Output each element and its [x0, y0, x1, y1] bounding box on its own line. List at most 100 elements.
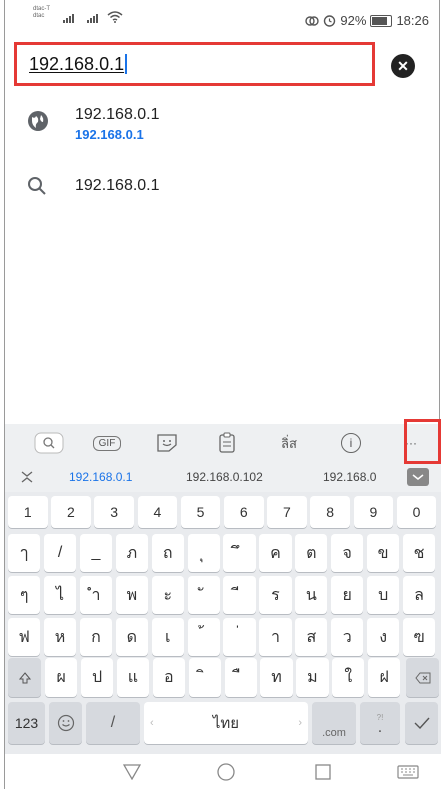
suggestion-item[interactable]: 192.168.0.1: [5, 162, 441, 218]
key[interactable]: จ: [331, 534, 364, 572]
key[interactable]: พ: [115, 576, 148, 614]
key[interactable]: ฝ: [368, 658, 401, 697]
key[interactable]: /: [43, 534, 77, 572]
key[interactable]: ะ: [151, 576, 184, 614]
key[interactable]: ป: [80, 658, 114, 697]
keyboard-toolbar: GIF ลิ่ส i ···: [5, 424, 441, 462]
key[interactable]: ้: [187, 618, 220, 656]
expand-predictions-button[interactable]: [407, 468, 429, 486]
dot-com-key[interactable]: .com: [312, 702, 356, 744]
keyboard-hide-icon[interactable]: [397, 765, 419, 779]
globe-icon: [28, 111, 48, 131]
key[interactable]: บ: [367, 576, 400, 614]
key[interactable]: ภ: [115, 534, 148, 572]
navigation-bar: [5, 754, 441, 789]
gif-icon[interactable]: GIF: [89, 432, 125, 454]
key[interactable]: ว: [331, 618, 364, 656]
key[interactable]: 4: [137, 496, 178, 528]
key[interactable]: ถ: [151, 534, 184, 572]
home-icon[interactable]: [217, 763, 235, 781]
emoji-key[interactable]: [49, 702, 82, 744]
key[interactable]: แ: [116, 658, 150, 697]
key[interactable]: ห: [43, 618, 77, 656]
key[interactable]: ต: [295, 534, 328, 572]
done-key-highlight: [404, 419, 441, 464]
info-icon[interactable]: i: [333, 432, 369, 454]
suggestion-item[interactable]: 192.168.0.1 192.168.0.1: [5, 100, 441, 156]
prediction-item[interactable]: 192.168.0.1: [323, 470, 377, 484]
key[interactable]: ง: [367, 618, 400, 656]
key[interactable]: ฟ: [8, 618, 41, 656]
prediction-item[interactable]: 192.168.0.1: [69, 470, 132, 484]
key[interactable]: ฃ: [402, 618, 436, 656]
clock: 18:26: [396, 13, 429, 28]
prediction-item[interactable]: 192.168.0.102: [186, 470, 263, 484]
status-right: 92% 18:26: [305, 13, 429, 28]
translate-icon[interactable]: ลิ่ส: [269, 432, 309, 454]
done-key[interactable]: [405, 702, 438, 744]
key[interactable]: 6: [224, 496, 264, 528]
key[interactable]: ใ: [332, 658, 365, 697]
battery-icon: [370, 14, 393, 27]
key[interactable]: ิ: [188, 658, 221, 697]
space-key-label: ไทย: [212, 715, 240, 732]
key[interactable]: 9: [353, 496, 394, 528]
period-key[interactable]: ?! .: [360, 702, 400, 744]
key[interactable]: เ: [151, 618, 184, 656]
text-caret: [125, 54, 127, 74]
period-label: .: [377, 718, 383, 736]
slash-key[interactable]: /: [86, 702, 140, 744]
search-icon[interactable]: [29, 432, 69, 454]
key[interactable]: ล: [402, 576, 436, 614]
key[interactable]: ค: [259, 534, 292, 572]
key[interactable]: ข: [367, 534, 400, 572]
key[interactable]: ั: [187, 576, 220, 614]
key[interactable]: ท: [260, 658, 293, 697]
key[interactable]: ๅ: [8, 534, 41, 572]
clipboard-icon[interactable]: [209, 432, 245, 454]
backspace-key[interactable]: [406, 658, 439, 697]
alarm-icon: [324, 15, 336, 27]
key[interactable]: ุ: [187, 534, 220, 572]
key[interactable]: 1: [8, 496, 48, 528]
key[interactable]: ำ: [79, 576, 113, 614]
back-icon[interactable]: [123, 764, 141, 780]
key[interactable]: 8: [310, 496, 350, 528]
collapse-icon[interactable]: [20, 470, 34, 484]
check-icon: [414, 717, 430, 729]
chevron-down-icon: [412, 474, 424, 480]
key[interactable]: ม: [296, 658, 329, 697]
key[interactable]: ด: [115, 618, 148, 656]
clear-icon[interactable]: ✕: [391, 54, 415, 78]
key[interactable]: 7: [267, 496, 307, 528]
key[interactable]: ส: [295, 618, 328, 656]
key[interactable]: 0: [396, 496, 437, 528]
key[interactable]: ผ: [45, 658, 78, 697]
phone-screen: dtac-T dtac 92% 18:26 192.168.0.1 ✕ 192.…: [4, 0, 441, 789]
key[interactable]: 3: [94, 496, 134, 528]
recents-icon[interactable]: [315, 764, 331, 780]
sticker-icon[interactable]: [149, 432, 185, 454]
url-input[interactable]: 192.168.0.1: [14, 42, 375, 86]
key[interactable]: _: [79, 534, 113, 572]
key[interactable]: ร: [259, 576, 292, 614]
key[interactable]: ี: [223, 576, 256, 614]
prediction-bar: 192.168.0.1 192.168.0.102 192.168.0.1: [5, 462, 441, 492]
key[interactable]: า: [259, 618, 292, 656]
key[interactable]: ื: [224, 658, 257, 697]
shift-key[interactable]: [8, 658, 41, 697]
key[interactable]: ่: [223, 618, 256, 656]
key[interactable]: ก: [79, 618, 113, 656]
wifi-icon: [107, 11, 123, 23]
key[interactable]: ึ: [223, 534, 256, 572]
key[interactable]: 5: [180, 496, 221, 528]
key[interactable]: ไ: [43, 576, 77, 614]
key[interactable]: 2: [51, 496, 91, 528]
numbers-key[interactable]: 123: [8, 702, 45, 744]
space-key[interactable]: ‹ ไทย ›: [144, 702, 308, 744]
key[interactable]: ย: [331, 576, 364, 614]
key[interactable]: ๆ: [8, 576, 41, 614]
key[interactable]: น: [295, 576, 328, 614]
key[interactable]: อ: [152, 658, 185, 697]
key[interactable]: ช: [402, 534, 436, 572]
